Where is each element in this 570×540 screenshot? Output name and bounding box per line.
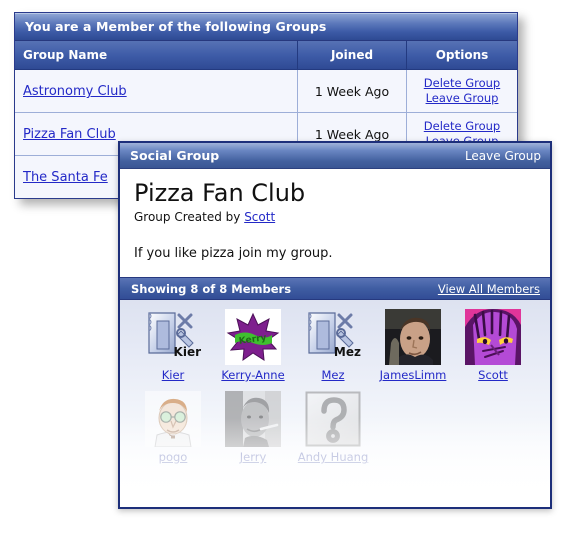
created-by-label: Group Created by <box>134 210 245 224</box>
cell-group-name: Astronomy Club <box>15 69 298 113</box>
dialog-body: Pizza Fan Club Group Created by Scott If… <box>120 169 550 261</box>
member-card-mez[interactable]: Mez Mez <box>294 309 372 382</box>
column-header-group-name: Group Name <box>15 41 298 70</box>
table-row: Astronomy Club 1 Week Ago Delete Group L… <box>15 69 517 113</box>
group-title: Pizza Fan Club <box>134 179 306 207</box>
members-bar: Showing 8 of 8 Members View All Members <box>120 277 550 300</box>
social-group-dialog: Social Group Leave Group Pizza Fan Club … <box>118 141 552 509</box>
delete-group-link[interactable]: Delete Group <box>415 119 509 134</box>
group-link-pizza-fan-club[interactable]: Pizza Fan Club <box>23 127 116 142</box>
delete-group-link[interactable]: Delete Group <box>415 76 509 91</box>
members-grid: Kier Kier Kerry Kerry-Anne Mez Mez James… <box>120 300 550 507</box>
leave-group-link[interactable]: Leave Group <box>415 91 509 106</box>
member-name-link[interactable]: Andy Huang <box>298 450 369 464</box>
anime-face-avatar <box>465 309 521 365</box>
column-header-joined: Joined <box>297 41 407 70</box>
starburst-graphic-avatar: Kerry <box>225 309 281 365</box>
members-count-label: Showing 8 of 8 Members <box>131 281 292 296</box>
screen-root: You are a Member of the following Groups… <box>0 0 570 540</box>
cell-joined: 1 Week Ago <box>297 69 407 113</box>
cell-options: Delete Group Leave Group <box>406 69 517 113</box>
member-name-link[interactable]: Kier <box>162 368 185 382</box>
broken-image-icon: Mez <box>305 309 361 365</box>
cartoon-face-avatar <box>145 391 201 448</box>
member-name-link[interactable]: Scott <box>478 368 508 382</box>
member-name-link[interactable]: JamesLimm <box>380 368 447 382</box>
group-creator-line: Group Created by Scott <box>134 210 536 224</box>
members-row: pogo Jerry Andy Huang <box>120 391 550 464</box>
member-card-jameslimm[interactable]: JamesLimm <box>374 309 452 382</box>
members-row: Kier Kier Kerry Kerry-Anne Mez Mez James… <box>120 309 550 382</box>
creator-link[interactable]: Scott <box>244 210 275 224</box>
group-link-the-santa-fe[interactable]: The Santa Fe <box>23 170 108 185</box>
broken-image-icon: Kier <box>145 309 201 365</box>
dialog-title: Social Group <box>130 148 220 163</box>
dialog-leave-group-link[interactable]: Leave Group <box>465 149 541 163</box>
avatar-alt-text: Kier <box>173 345 201 359</box>
member-card-pogo[interactable]: pogo <box>134 391 212 464</box>
table-header-row: Group Name Joined Options <box>15 41 517 70</box>
member-name-link[interactable]: Jerry <box>240 450 267 464</box>
column-header-options: Options <box>406 41 517 70</box>
member-card-kier[interactable]: Kier Kier <box>134 309 212 382</box>
dialog-titlebar: Social Group Leave Group <box>120 143 550 169</box>
photo-portrait-avatar <box>385 309 441 365</box>
group-description: If you like pizza join my group. <box>134 246 333 261</box>
member-card-scott[interactable]: Scott <box>454 309 532 382</box>
member-card-jerry[interactable]: Jerry <box>214 391 292 464</box>
member-name-link[interactable]: pogo <box>159 450 188 464</box>
grayscale-photo-avatar <box>225 391 281 447</box>
group-link-astronomy-club[interactable]: Astronomy Club <box>23 84 127 99</box>
member-card-andy-huang[interactable]: Andy Huang <box>294 391 372 464</box>
avatar-alt-text: Mez <box>333 345 361 359</box>
groups-panel-title: You are a Member of the following Groups <box>15 13 517 41</box>
member-name-link[interactable]: Mez <box>321 368 344 382</box>
view-all-members-link[interactable]: View All Members <box>438 282 540 296</box>
member-card-kerry-anne[interactable]: Kerry Kerry-Anne <box>214 309 292 382</box>
member-name-link[interactable]: Kerry-Anne <box>221 368 284 382</box>
question-mark-placeholder-icon <box>305 391 361 447</box>
